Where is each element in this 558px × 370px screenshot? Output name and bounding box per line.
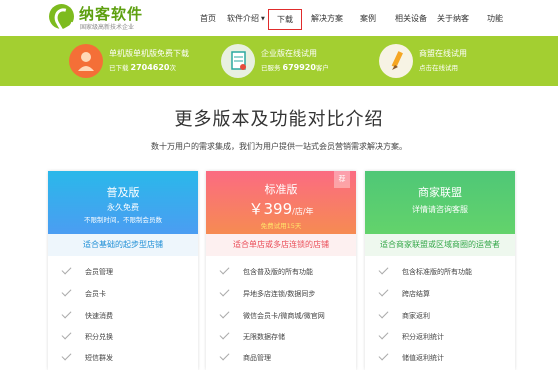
plan-standard-feature-label: 微信会员卡/微商城/微官网 — [243, 312, 325, 320]
plan-basic-feature-label: 会员管理 — [85, 268, 113, 276]
promo-enterprise-title: 企业版在线试用 — [261, 49, 317, 58]
plan-basic-feature: 会员管理 — [61, 264, 113, 281]
plan-card-basic: 普及版 永久免费 不限制时间，不限制会员数 适合基础的起步型店铺 会员管理 会员… — [48, 171, 198, 370]
nav-item-software-intro[interactable]: 软件介绍 ▼ — [227, 13, 265, 24]
plan-standard-price-unit: /店/年 — [292, 207, 314, 216]
promo-alliance-title: 商盟在线试用 — [419, 49, 467, 58]
plan-basic-header: 普及版 永久免费 不限制时间，不限制会员数 — [48, 171, 198, 234]
plan-standard-feature: 无限数据存储 — [219, 329, 285, 346]
plan-basic-feature-label: 快速消费 — [85, 312, 113, 320]
promo-download-title: 单机版单机版免费下载 — [109, 49, 189, 58]
plan-alliance-name: 商家联盟 — [418, 186, 462, 199]
plan-standard-feature: 商品管理 — [219, 350, 271, 367]
plan-basic-price-note: 永久免费 — [107, 203, 139, 212]
plan-standard-feature-label: 包含普及版的所有功能 — [243, 268, 313, 276]
check-icon — [378, 286, 389, 297]
check-icon — [219, 308, 230, 319]
check-icon — [219, 264, 230, 275]
nav-item-software-intro-label: 软件介绍 — [227, 14, 259, 23]
promo-download-suffix: 次 — [169, 64, 176, 72]
plan-standard-feature: 包含普及版的所有功能 — [219, 264, 313, 281]
plan-standard-price: ￥399/店/年 — [206, 198, 356, 219]
plan-basic-feature-label: 会员卡 — [85, 290, 106, 298]
promo-enterprise-prefix: 已服务 — [261, 64, 281, 72]
plan-alliance-feature: 商家返利 — [378, 308, 430, 325]
nav-item-home[interactable]: 首页 — [200, 13, 216, 24]
check-icon — [219, 329, 230, 340]
plan-standard-feature-label: 异地多店连锁/数据同步 — [243, 290, 316, 298]
check-icon — [61, 350, 72, 361]
plan-standard-header: 荐 标准版 ￥399/店/年 免费试用15天 — [206, 171, 356, 234]
plan-standard-feature-label: 商品管理 — [243, 354, 271, 362]
check-icon — [219, 350, 230, 361]
plan-alliance-header: 商家联盟 详情请咨询客服 — [365, 171, 515, 234]
promo-download-prefix: 已下载 — [109, 64, 129, 72]
nav-item-download[interactable]: 下载 — [268, 9, 302, 30]
plan-standard-feature-label: 无限数据存储 — [243, 333, 285, 341]
nav-item-cases[interactable]: 案例 — [360, 13, 376, 24]
check-icon — [378, 264, 389, 275]
promo-download-count: 2704620 — [130, 63, 170, 72]
plan-alliance-feature: 包含标准版的所有功能 — [378, 264, 472, 281]
plan-standard-audience: 适合单店或多店连锁的店铺 — [206, 234, 356, 256]
promo-alliance-sub: 点击在线试用 — [419, 64, 458, 72]
promo-enterprise-suffix: 客户 — [315, 64, 329, 72]
check-icon — [61, 329, 72, 340]
page-subtitle: 数十万用户的需求集成，我们为用户提供一站式会员营销需求解决方案。 — [151, 142, 407, 151]
pencil-icon — [379, 44, 413, 78]
plan-basic-audience: 适合基础的起步型店铺 — [48, 234, 198, 256]
promo-band: 单机版单机版免费下载 已下载 2704620次 企业版在线试用 已服务 679920… — [0, 36, 558, 86]
plan-standard-name: 标准版 — [264, 183, 298, 196]
plan-basic-feature: 会员卡 — [61, 286, 106, 303]
plan-basic-limit-note: 不限制时间，不限制会员数 — [84, 216, 162, 224]
caret-down-icon: ▼ — [261, 16, 265, 22]
top-header: 纳客软件 国家级高新技术企业 首页 软件介绍 ▼ 下载 解决方案 案例 相关设备 … — [0, 0, 558, 36]
plan-card-alliance: 商家联盟 详情请咨询客服 适合商家联盟或区域商圈的运营者 包含标准版的所有功能 … — [365, 171, 515, 370]
plan-standard-feature: 异地多店连锁/数据同步 — [219, 286, 316, 303]
promo-download-sub: 已下载 2704620次 — [109, 62, 176, 72]
check-icon — [61, 286, 72, 297]
plan-standard-price-value: ￥399 — [248, 200, 293, 218]
plan-alliance-feature-label: 包含标准版的所有功能 — [402, 268, 472, 276]
plan-alliance-feature-label: 跨店结算 — [402, 290, 430, 298]
check-icon — [219, 286, 230, 297]
plan-standard-feature: 微信会员卡/微商城/微官网 — [219, 308, 325, 325]
nav-item-features[interactable]: 功能 — [487, 13, 503, 24]
plan-alliance-feature-label: 商家返利 — [402, 312, 430, 320]
check-icon — [378, 350, 389, 361]
plan-basic-feature-label: 积分兑换 — [85, 333, 113, 341]
check-icon — [61, 264, 72, 275]
nav-item-solutions[interactable]: 解决方案 — [311, 13, 343, 24]
plan-alliance-feature-label: 积分返利统计 — [402, 333, 444, 341]
plan-alliance-feature: 积分返利统计 — [378, 329, 444, 346]
plan-alliance-feature: 跨店结算 — [378, 286, 430, 303]
page-title: 更多版本及功能对比介绍 — [174, 109, 384, 130]
promo-enterprise-sub: 已服务 679920客户 — [261, 62, 329, 72]
plan-basic-feature: 积分兑换 — [61, 329, 113, 346]
nav-item-devices[interactable]: 相关设备 — [395, 13, 427, 24]
nav-item-about[interactable]: 关于纳客 — [437, 13, 469, 24]
promo-enterprise-count: 679920 — [282, 63, 316, 72]
plan-basic-feature-label: 短信群发 — [85, 354, 113, 362]
check-icon — [378, 329, 389, 340]
plan-basic-feature: 快速消费 — [61, 308, 113, 325]
brand-title[interactable]: 纳客软件 — [79, 3, 143, 24]
check-icon — [61, 308, 72, 319]
plan-alliance-audience: 适合商家联盟或区域商圈的运营者 — [365, 234, 515, 256]
plan-alliance-contact-note: 详情请咨询客服 — [412, 205, 468, 214]
check-icon — [378, 308, 389, 319]
plan-alliance-feature-label: 储值返利统计 — [402, 354, 444, 362]
plan-basic-name: 普及版 — [106, 186, 140, 199]
document-icon — [221, 44, 255, 78]
plan-basic-feature: 短信群发 — [61, 350, 113, 367]
user-avatar-icon — [69, 44, 103, 78]
plan-alliance-feature: 储值返利统计 — [378, 350, 444, 367]
plan-standard-trial-note: 免费试用15天 — [260, 222, 302, 230]
logo-icon[interactable] — [49, 4, 74, 29]
plan-card-standard: 荐 标准版 ￥399/店/年 免费试用15天 适合单店或多店连锁的店铺 包含普及… — [206, 171, 356, 370]
brand-subtitle: 国家级高新技术企业 — [80, 24, 135, 31]
